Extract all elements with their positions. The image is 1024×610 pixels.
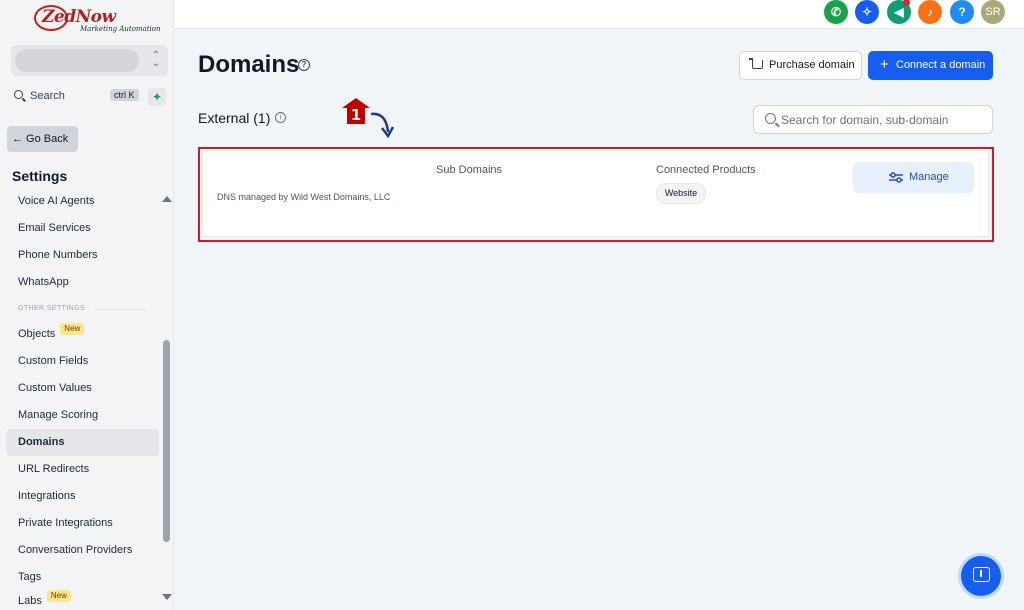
sidebar-search[interactable]: Search ctrl K [11, 87, 141, 107]
purchase-domain-button[interactable]: Purchase domain [739, 51, 862, 80]
sidebar-search-label: Search [30, 90, 65, 102]
sidebar: ZedNow Marketing Automation ⌃ ⌄ Search ct… [0, 0, 174, 610]
info-icon[interactable]: i [275, 112, 286, 123]
sidebar-item-label: Objects [18, 328, 56, 340]
product-chip-website: Website [656, 183, 706, 204]
avatar[interactable]: SR [981, 0, 1005, 24]
sparkle-icon[interactable]: ✦ [148, 88, 166, 106]
domain-search[interactable] [753, 105, 993, 134]
domain-search-input[interactable] [781, 110, 986, 130]
account-switcher[interactable]: ⌃ ⌄ [11, 45, 168, 76]
bell-icon[interactable]: ♪ [918, 0, 942, 24]
sidebar-item-private-integrations[interactable]: Private Integrations [6, 510, 159, 537]
brand-tagline: Marketing Automation [80, 25, 161, 33]
brand-name: ZedNow [42, 7, 116, 27]
phone-icon[interactable]: ✆ [824, 0, 848, 24]
sidebar-item-label: Labs [18, 595, 42, 607]
scroll-down-arrow[interactable] [162, 594, 172, 600]
settings-title: Settings [12, 168, 68, 184]
dns-provider-text: DNS managed by Wild West Domains, LLC [217, 192, 391, 202]
question-circle-icon[interactable]: ? [298, 59, 310, 71]
brand-logo[interactable]: ZedNow Marketing Automation [30, 4, 161, 34]
sidebar-item-tags[interactable]: Tags [6, 564, 159, 591]
sidebar-item-objects[interactable]: Objects New [6, 321, 159, 348]
curved-arrow-icon [370, 112, 395, 139]
external-section-title: External (1) [198, 110, 271, 126]
other-settings-heading: OTHER SETTINGS [18, 305, 86, 312]
help-icon[interactable]: ? [950, 0, 974, 24]
new-badge: New [60, 323, 85, 335]
search-icon [765, 113, 776, 124]
cart-icon [749, 58, 763, 69]
sidebar-item-voice-ai-agents[interactable]: Voice AI Agents [6, 188, 159, 215]
sidebar-item-manage-scoring[interactable]: Manage Scoring [6, 402, 159, 429]
connected-products-header: Connected Products [656, 164, 756, 176]
sidebar-item-phone-numbers[interactable]: Phone Numbers [6, 242, 159, 269]
notification-dot [903, 0, 910, 6]
sub-domains-header: Sub Domains [436, 164, 503, 176]
top-bar: ✆ ✧ ◀ ♪ ? SR [174, 0, 1024, 29]
sidebar-item-whatsapp[interactable]: WhatsApp [6, 269, 159, 296]
connect-domain-label: Connect a domain [896, 59, 986, 71]
chevron-up-down-icon: ⌃ ⌄ [151, 50, 160, 69]
megaphone-icon[interactable]: ◀ [887, 0, 911, 24]
plus-icon: + [880, 56, 889, 73]
sidebar-item-custom-values[interactable]: Custom Values [6, 375, 159, 402]
chat-icon [973, 567, 990, 582]
search-shortcut-badge: ctrl K [110, 89, 139, 101]
section-divider [95, 309, 147, 310]
account-name-redacted [15, 49, 139, 72]
scroll-up-arrow[interactable] [162, 196, 172, 202]
download-arrow-icon [980, 570, 982, 577]
manage-button[interactable]: Manage [853, 162, 974, 193]
annotation-step-number: 1 [347, 107, 365, 124]
sidebar-item-email-services[interactable]: Email Services [6, 215, 159, 242]
sliders-icon [889, 172, 903, 183]
sidebar-item-integrations[interactable]: Integrations [6, 483, 159, 510]
chat-widget-button[interactable] [961, 556, 1001, 596]
sidebar-item-url-redirects[interactable]: URL Redirects [6, 456, 159, 483]
manage-label: Manage [909, 171, 949, 183]
magic-icon[interactable]: ✧ [855, 0, 879, 24]
sidebar-item-labs[interactable]: Labs New [6, 588, 159, 610]
search-icon [14, 90, 23, 99]
purchase-domain-label: Purchase domain [769, 59, 855, 71]
sidebar-item-custom-fields[interactable]: Custom Fields [6, 348, 159, 375]
go-back-button[interactable]: ← Go Back [7, 126, 78, 152]
page-title: Domains [198, 51, 300, 78]
sidebar-scrollbar-thumb[interactable] [163, 340, 170, 542]
sidebar-item-domains[interactable]: Domains [6, 429, 159, 456]
sidebar-item-conversation-providers[interactable]: Conversation Providers [6, 537, 159, 564]
connect-domain-button[interactable]: + Connect a domain [868, 51, 993, 80]
new-badge: New [46, 590, 71, 602]
